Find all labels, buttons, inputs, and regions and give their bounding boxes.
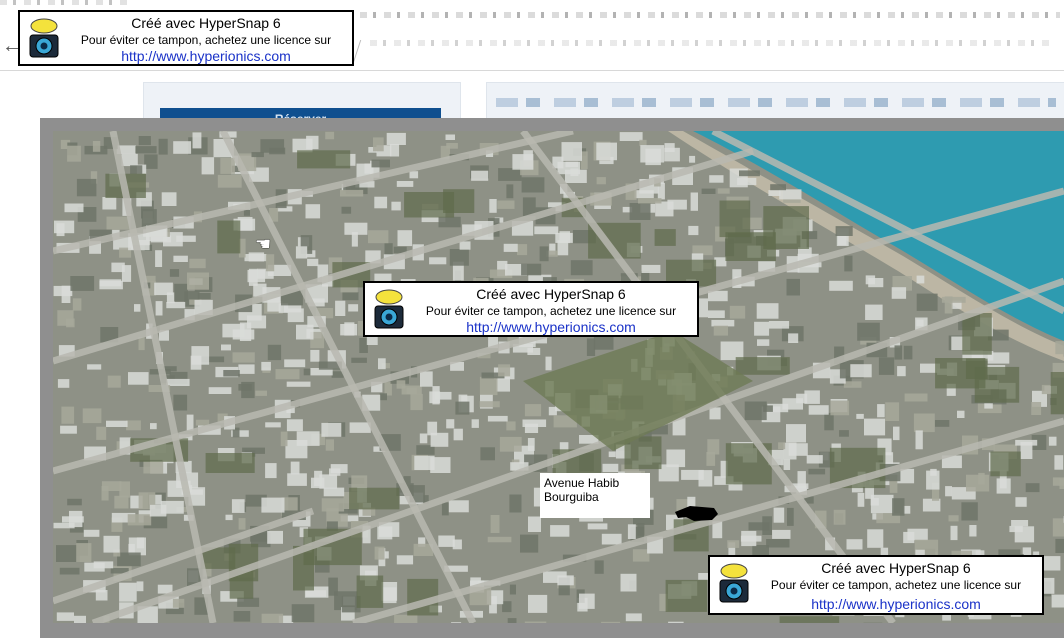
watermark-link: http://www.hyperionics.com: [64, 48, 348, 64]
camera-icon: [372, 288, 406, 332]
watermark-link: http://www.hyperionics.com: [754, 596, 1038, 612]
watermark-title: Créé avec HyperSnap 6: [64, 15, 348, 31]
camera-icon: [717, 562, 751, 606]
watermark-notice: Pour éviter ce tampon, achetez une licen…: [754, 578, 1038, 592]
watermark-title: Créé avec HyperSnap 6: [409, 286, 693, 302]
hypersnap-watermark: Créé avec HyperSnap 6 Pour éviter ce tam…: [18, 10, 354, 66]
camera-icon: [27, 17, 61, 61]
hypersnap-watermark: Créé avec HyperSnap 6 Pour éviter ce tam…: [708, 555, 1044, 615]
watermark-link: http://www.hyperionics.com: [409, 319, 693, 335]
hypersnap-watermark: Créé avec HyperSnap 6 Pour éviter ce tam…: [363, 281, 699, 337]
watermark-notice: Pour éviter ce tampon, achetez une licen…: [64, 33, 348, 47]
watermark-notice: Pour éviter ce tampon, achetez une licen…: [409, 304, 693, 318]
watermark-title: Créé avec HyperSnap 6: [754, 560, 1038, 576]
